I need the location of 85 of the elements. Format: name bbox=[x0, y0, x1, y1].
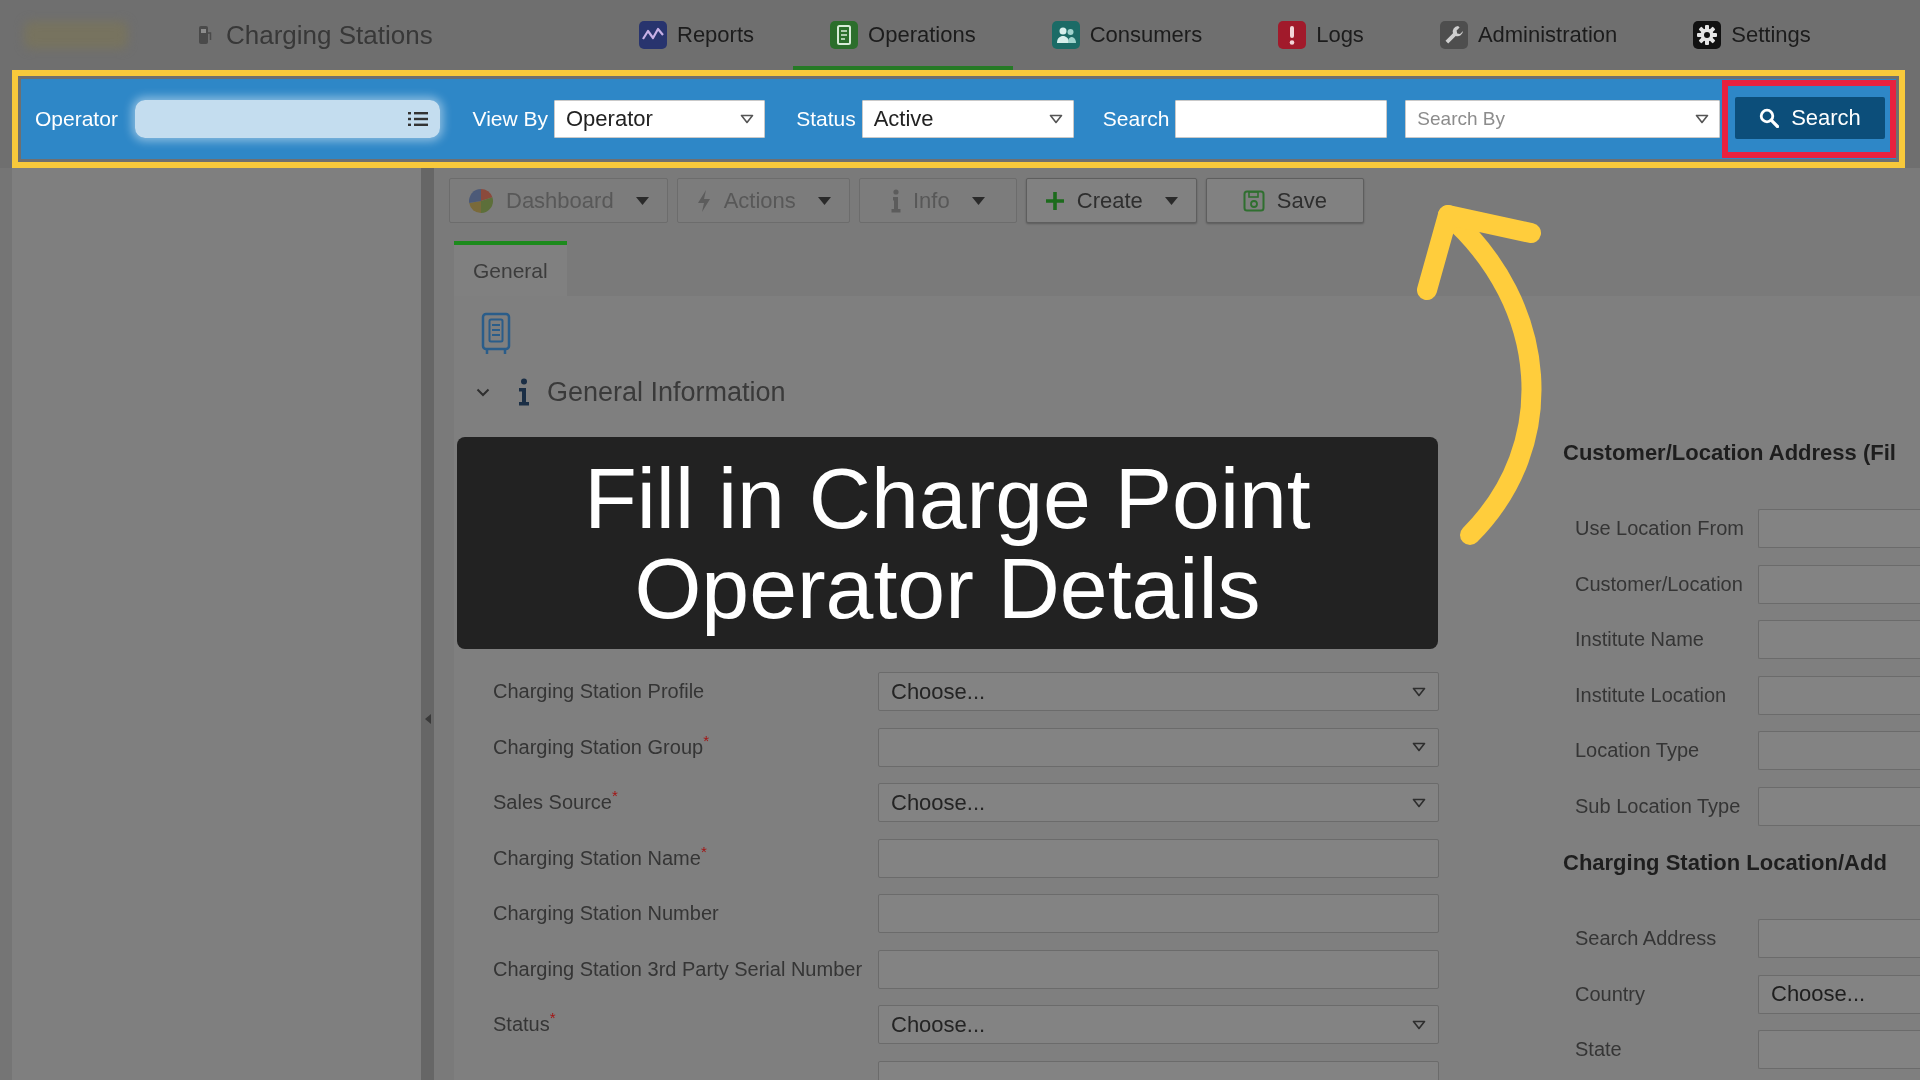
field-label: Search Address bbox=[1575, 927, 1718, 951]
input-field[interactable] bbox=[1758, 731, 1920, 771]
field-label: Country bbox=[1575, 982, 1647, 1006]
caret-icon bbox=[1164, 196, 1178, 205]
caret-icon bbox=[740, 114, 755, 124]
field-label: Charging Station Number bbox=[493, 902, 720, 926]
field-label: Charging Station Profile bbox=[493, 680, 706, 704]
caret-icon bbox=[817, 196, 831, 205]
wrench-icon bbox=[1439, 21, 1468, 49]
dropdown[interactable]: Choose... bbox=[878, 783, 1439, 823]
dropdown[interactable]: Choose... bbox=[878, 1005, 1439, 1045]
nav-tab[interactable]: Reports bbox=[602, 0, 792, 70]
list-icon[interactable] bbox=[407, 111, 428, 127]
dropdown[interactable] bbox=[878, 727, 1439, 767]
lightning-icon bbox=[695, 188, 712, 213]
caret-icon[interactable] bbox=[425, 714, 431, 724]
field-label: Sales Source$^{*}$ bbox=[493, 791, 619, 815]
document-icon bbox=[830, 21, 859, 49]
input-field[interactable] bbox=[1758, 564, 1920, 604]
field-label: Institute Location bbox=[1575, 683, 1728, 707]
field-label: Charging Station Group$^{*}$ bbox=[493, 735, 710, 759]
search-field[interactable] bbox=[1175, 100, 1388, 138]
caret-icon bbox=[1412, 686, 1426, 697]
tab[interactable]: General bbox=[454, 241, 567, 296]
info-icon bbox=[518, 378, 530, 406]
splitter[interactable] bbox=[421, 168, 434, 1080]
chevron-icon[interactable] bbox=[476, 387, 490, 397]
section-heading: Charging Station Location/Add bbox=[1563, 849, 1888, 877]
text-field[interactable] bbox=[878, 949, 1439, 989]
dropdown[interactable]: Choose... bbox=[878, 672, 1439, 712]
field-label: Location Type bbox=[1575, 739, 1701, 763]
toolbar-button[interactable]: Save bbox=[1205, 178, 1364, 223]
text-field[interactable] bbox=[878, 838, 1439, 878]
nav-tab[interactable]: Logs bbox=[1241, 0, 1401, 70]
filter-label: View By bbox=[472, 107, 548, 131]
search-icon bbox=[1759, 108, 1780, 128]
charging-station-icon bbox=[198, 25, 212, 45]
dropdown[interactable]: Active bbox=[861, 100, 1074, 138]
plus-icon bbox=[1044, 190, 1065, 211]
alert-icon bbox=[1278, 21, 1307, 49]
gear-icon bbox=[1693, 21, 1722, 49]
text-field[interactable] bbox=[878, 894, 1439, 934]
field-label: Charging Station Name$^{*}$ bbox=[493, 846, 708, 870]
operator-field[interactable] bbox=[134, 100, 440, 138]
chart-icon bbox=[639, 21, 667, 49]
input-field[interactable] bbox=[1758, 675, 1920, 715]
nav-tab[interactable]: Settings bbox=[1656, 0, 1848, 70]
app-title: Charging Stations bbox=[226, 19, 433, 51]
field-label: Sub Location Type bbox=[1575, 794, 1742, 818]
tutorial-caption: Fill in Charge Point Operator Details bbox=[457, 437, 1438, 649]
caret-icon bbox=[1412, 742, 1426, 753]
info-icon bbox=[890, 188, 901, 213]
nav-tab[interactable]: Operations bbox=[793, 0, 1013, 70]
toolbar-button[interactable]: Create bbox=[1025, 178, 1197, 223]
filter-label: Status bbox=[796, 107, 856, 131]
input-field[interactable] bbox=[1758, 1030, 1920, 1070]
nav-tab[interactable]: Consumers bbox=[1014, 0, 1240, 70]
filter-label: Operator bbox=[35, 107, 118, 131]
caret-icon bbox=[971, 196, 985, 205]
filter-label: Search bbox=[1102, 107, 1170, 131]
caret-icon bbox=[635, 196, 649, 205]
field-label: Institute Name bbox=[1575, 628, 1705, 652]
people-icon bbox=[1051, 21, 1080, 49]
input-field[interactable] bbox=[1758, 786, 1920, 826]
nav-tab[interactable]: Administration bbox=[1402, 0, 1655, 70]
caret-icon bbox=[1048, 114, 1063, 124]
section-heading: Customer/Location Address (Fil bbox=[1563, 439, 1897, 467]
field-label: State bbox=[1575, 1038, 1623, 1062]
input-field[interactable] bbox=[1758, 620, 1920, 660]
section-title: General Information bbox=[547, 376, 786, 408]
caret-icon bbox=[1412, 1019, 1426, 1030]
input-field[interactable] bbox=[1758, 509, 1920, 549]
pie-chart-icon bbox=[468, 187, 494, 214]
field-label: Status$^{*}$ bbox=[493, 1013, 557, 1037]
dropdown[interactable]: Operator bbox=[554, 100, 766, 138]
search-button[interactable]: Search bbox=[1735, 97, 1885, 139]
dropdown[interactable]: Search By bbox=[1405, 100, 1720, 138]
field-label: Customer/Location bbox=[1575, 572, 1744, 596]
caret-icon bbox=[1695, 114, 1709, 124]
document-icon bbox=[481, 312, 511, 355]
input-field[interactable]: Choose... bbox=[1758, 974, 1920, 1014]
input-field[interactable] bbox=[1758, 919, 1920, 959]
caret-icon bbox=[1412, 797, 1426, 808]
field-label: Charging Station 3rd Party Serial Number bbox=[493, 957, 864, 981]
field-label: Use Location From bbox=[1575, 517, 1745, 541]
